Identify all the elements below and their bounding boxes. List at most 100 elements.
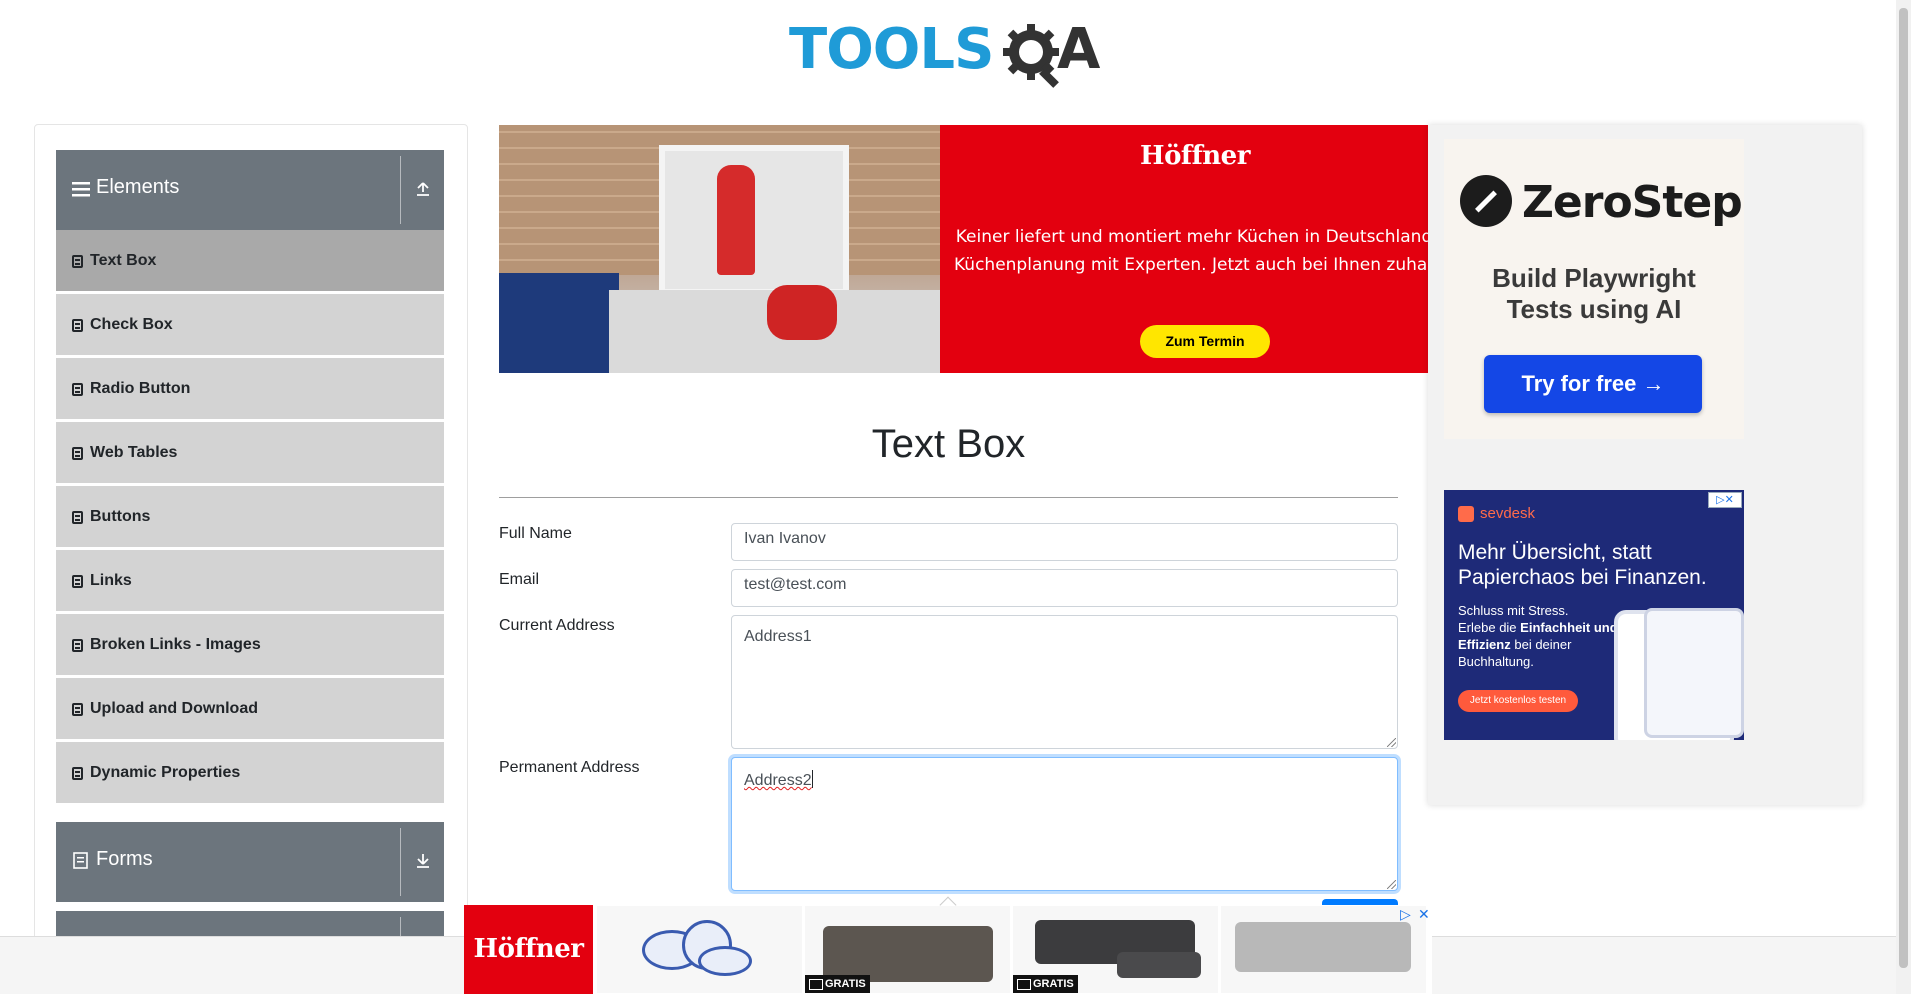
email-input[interactable]: test@test.com [731, 569, 1398, 607]
scrollbar-thumb[interactable] [1899, 8, 1908, 968]
group-title: Elements [96, 176, 180, 198]
tagline-line: Tests using AI [1506, 294, 1682, 324]
email-label: Email [499, 571, 540, 588]
text-caret [811, 770, 813, 788]
group-divider [400, 828, 401, 896]
full-name-input[interactable]: Ivan Ivanov [731, 523, 1398, 561]
sidebar-item-label: Links [90, 572, 132, 589]
product-tile-plates[interactable] [597, 906, 802, 993]
tagline-line: Build Playwright [1492, 263, 1696, 293]
list-icon [72, 319, 83, 332]
full-name-label: Full Name [499, 525, 572, 542]
sevdesk-subtext: Schluss mit Stress. Erlebe die Einfachhe… [1458, 602, 1618, 670]
sidebar-item-label: Buttons [90, 508, 151, 525]
list-icon [72, 767, 83, 780]
product-tile-sofa-grey[interactable]: GRATIS [1013, 906, 1218, 993]
group-header-elements[interactable]: Elements [56, 150, 444, 230]
zerostep-ad[interactable]: ZeroStep Build Playwright Tests using AI… [1444, 139, 1744, 439]
sidebar-item-broken-links[interactable]: Broken Links - Images [56, 614, 444, 676]
banner-ad-panel: Höffner Keiner liefert und montiert mehr… [940, 125, 1428, 373]
close-icon[interactable]: ✕ [1418, 906, 1430, 923]
list-icon [72, 639, 83, 652]
zerostep-tagline: Build Playwright Tests using AI [1444, 263, 1744, 325]
sevdesk-sub-1: Schluss mit Stress. [1458, 603, 1569, 618]
try-for-free-button[interactable]: Try for free → [1484, 355, 1702, 413]
sidebar-item-buttons[interactable]: Buttons [56, 486, 444, 548]
sofa-image [823, 926, 993, 982]
list-icon [72, 575, 83, 588]
resize-handle[interactable] [1387, 880, 1396, 889]
ad-choices-icon[interactable]: ▷✕ [1708, 492, 1742, 508]
sevdesk-brand: sevdesk [1480, 505, 1536, 522]
page-header: TOOLS A [0, 0, 1896, 100]
hamburger-icon [72, 182, 90, 197]
list-icon [72, 511, 83, 524]
sidebar-item-text-box[interactable]: Text Box [56, 230, 444, 292]
sevdesk-logo-icon [1458, 506, 1474, 522]
sidebar-item-label: Radio Button [90, 380, 191, 397]
sidebar-item-links[interactable]: Links [56, 550, 444, 612]
sidebar: Elements Text Box Check Box Radio Button… [34, 124, 468, 994]
badge-text: GRATIS [1033, 978, 1074, 990]
banner-ad-line: Keiner liefert und montiert mehr Küchen … [955, 227, 1428, 247]
sofa-image [1235, 922, 1411, 972]
sidebar-item-web-tables[interactable]: Web Tables [56, 422, 444, 484]
form-icon [73, 852, 88, 869]
current-address-value: Address1 [744, 628, 812, 645]
group-title: Forms [96, 848, 153, 870]
toolsqa-logo[interactable]: TOOLS A [789, 14, 1113, 90]
page-title: Text Box [871, 422, 1026, 466]
gratis-badge: GRATIS [1013, 975, 1078, 993]
list-icon [72, 703, 83, 716]
resize-handle[interactable] [1387, 738, 1396, 747]
product-tile-sofa-brown[interactable]: GRATIS [805, 906, 1010, 993]
product-tile-sofa-light[interactable] [1221, 906, 1426, 993]
banner-ad[interactable]: Höffner Keiner liefert und montiert mehr… [499, 125, 1428, 373]
banner-cta-button[interactable]: Zum Termin [1140, 325, 1270, 358]
hoffner-logo: Höffner [464, 905, 593, 994]
sevdesk-headline: Mehr Übersicht, statt Papierchaos bei Fi… [1458, 541, 1707, 589]
sevdesk-ad[interactable]: ▷✕ sevdesk Mehr Übersicht, statt Papierc… [1444, 490, 1744, 740]
sidebar-item-label: Broken Links - Images [90, 636, 261, 653]
sidebar-item-radio-button[interactable]: Radio Button [56, 358, 444, 420]
badge-text: GRATIS [825, 978, 866, 990]
sidebar-item-label: Web Tables [90, 444, 178, 461]
sidebar-item-check-box[interactable]: Check Box [56, 294, 444, 356]
sevdesk-sub-2: Erlebe die [1458, 620, 1517, 635]
phone-illustration [1644, 608, 1744, 738]
logo-text: TOOLS [789, 17, 994, 82]
logo-suffix: A [1057, 17, 1101, 82]
title-divider [499, 497, 1398, 498]
group-header-forms[interactable]: Forms [56, 822, 444, 902]
permanent-address-textarea[interactable]: Address2 [731, 757, 1398, 891]
banner-ad-line: Küchenplanung mit Experten. Jetzt auch b… [954, 255, 1428, 275]
ottoman-image [1117, 952, 1201, 978]
sidebar-item-label: Dynamic Properties [90, 764, 241, 781]
kitchen-photo [499, 125, 940, 373]
side-ads: ZeroStep Build Playwright Tests using AI… [1428, 125, 1862, 805]
banner-ad-text: Keiner liefert und montiert mehr Küchen … [954, 223, 1428, 279]
list-icon [72, 447, 83, 460]
page-scrollbar[interactable] [1896, 0, 1911, 994]
current-address-textarea[interactable]: Address1 [731, 615, 1398, 749]
plates-image [642, 920, 752, 980]
gratis-badge: GRATIS [805, 975, 870, 993]
current-address-label: Current Address [499, 617, 615, 634]
sidebar-item-label: Text Box [90, 252, 157, 269]
list-icon [72, 383, 83, 396]
sidebar-item-label: Upload and Download [90, 700, 258, 717]
zerostep-brand: ZeroStep [1522, 177, 1743, 228]
sidebar-item-dynamic-properties[interactable]: Dynamic Properties [56, 742, 444, 804]
ad-choices-icon[interactable]: ▷ [1400, 906, 1411, 923]
sidebar-item-label: Check Box [90, 316, 173, 333]
expand-arrow-icon[interactable] [412, 850, 434, 872]
list-icon [72, 255, 83, 268]
hoffner-logo: Höffner [1140, 141, 1250, 171]
bottom-ad[interactable]: Höffner GRATIS GRATIS [464, 896, 1432, 994]
permanent-address-label: Permanent Address [499, 759, 640, 776]
sidebar-item-upload-download[interactable]: Upload and Download [56, 678, 444, 740]
collapse-arrow-icon[interactable] [412, 178, 434, 200]
zerostep-logo-icon [1460, 175, 1512, 227]
sevdesk-cta-button[interactable]: Jetzt kostenlos testen [1458, 690, 1578, 712]
gear-icon [1003, 24, 1059, 88]
